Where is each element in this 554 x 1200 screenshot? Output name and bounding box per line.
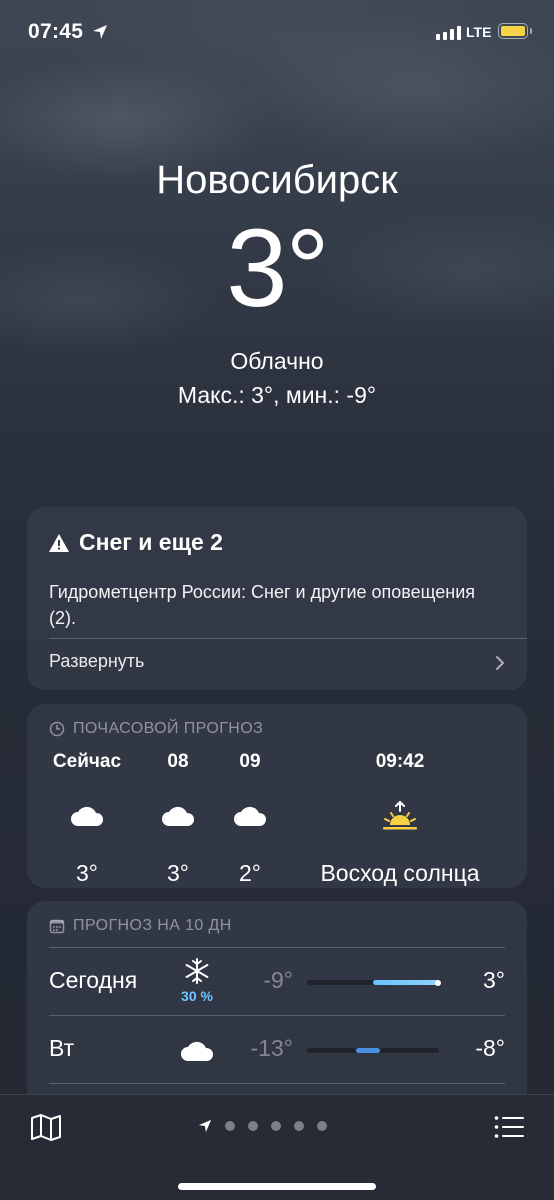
- min-max-temperature: Макс.: 3°, мин.: -9°: [177, 382, 377, 408]
- page-dot[interactable]: [294, 1121, 304, 1131]
- daily-section-label-text: ПРОГНОЗ НА 10 ДН: [73, 917, 232, 934]
- location-arrow-icon: [198, 1119, 212, 1133]
- page-dot[interactable]: [317, 1121, 327, 1131]
- cloud-icon: [162, 806, 195, 826]
- ten-day-forecast-card[interactable]: ПРОГНОЗ НА 10 ДН Сегодня 30 % -9° 3° Вт …: [27, 901, 527, 1111]
- hourly-temp: 3°: [76, 860, 98, 886]
- expand-link[interactable]: Развернуть: [49, 651, 144, 672]
- sunrise-label: Восход солнца: [320, 860, 480, 886]
- low-temp: -9°: [263, 967, 293, 993]
- current-temperature: 3°: [226, 207, 329, 330]
- list-icon[interactable]: [494, 1115, 524, 1139]
- divider: [49, 638, 527, 639]
- location-arrow-icon: [93, 25, 107, 39]
- temp-range-fill: [373, 980, 439, 985]
- chevron-right-icon[interactable]: [495, 655, 505, 671]
- alert-title: Снег и еще 2: [49, 529, 223, 556]
- hourly-item[interactable]: 08 3°: [153, 750, 203, 888]
- hourly-section-label: ПОЧАСОВОЙ ПРОГНОЗ: [49, 720, 263, 738]
- hourly-time: 09: [239, 751, 261, 772]
- divider: [49, 1015, 505, 1016]
- page-indicator[interactable]: [198, 1119, 327, 1133]
- hourly-time: 09:42: [375, 751, 425, 772]
- hourly-item[interactable]: Сейчас 3°: [49, 750, 125, 888]
- battery-icon: [498, 23, 532, 39]
- hourly-item-sunrise[interactable]: 09:42 Восход солнца: [297, 750, 503, 888]
- status-time: 07:45: [28, 20, 84, 43]
- page-dot[interactable]: [248, 1121, 258, 1131]
- daily-row[interactable]: Вт -13° -8°: [49, 1015, 505, 1083]
- day-icon: 30 %: [177, 957, 217, 1004]
- temp-range-bar: [307, 1048, 439, 1053]
- status-bar: 07:45 LTE: [0, 0, 554, 68]
- daily-row[interactable]: Сегодня 30 % -9° 3°: [49, 947, 505, 1015]
- hourly-temp: 2°: [239, 860, 261, 886]
- sunrise-icon: [383, 801, 417, 830]
- weather-condition: Облачно: [230, 348, 324, 374]
- weather-alert-card[interactable]: Снег и еще 2 Гидрометцентр России: Снег …: [27, 507, 527, 690]
- snowflake-icon: [185, 958, 209, 984]
- daily-section-label: ПРОГНОЗ НА 10 ДН: [49, 917, 232, 935]
- cellular-signal-icon: [436, 26, 461, 40]
- hourly-temp: 3°: [167, 860, 189, 886]
- hourly-forecast-card[interactable]: ПОЧАСОВОЙ ПРОГНОЗ Сейчас 3° 08 3° 09 2° …: [27, 704, 527, 888]
- hourly-section-label-text: ПОЧАСОВОЙ ПРОГНОЗ: [73, 720, 264, 737]
- low-temp: -13°: [250, 1035, 293, 1061]
- current-weather-header: Новосибирск 3° Облачно Макс.: 3°, мин.: …: [0, 150, 554, 410]
- divider: [49, 1083, 505, 1084]
- day-icon: [177, 1025, 217, 1068]
- warning-triangle-icon: [49, 533, 69, 552]
- day-name: Сегодня: [49, 967, 138, 993]
- day-name: Вт: [49, 1035, 75, 1061]
- divider: [49, 947, 505, 948]
- high-temp: -8°: [475, 1035, 505, 1061]
- alert-body: Гидрометцентр России: Снег и другие опов…: [49, 582, 476, 628]
- temp-range-bar: [307, 979, 441, 986]
- hourly-time: 08: [167, 751, 189, 772]
- current-temp-dot: [434, 979, 441, 986]
- home-indicator[interactable]: [178, 1183, 376, 1190]
- network-type: LTE: [466, 24, 492, 40]
- hourly-time: Сейчас: [52, 751, 122, 772]
- hourly-item[interactable]: 09 2°: [225, 750, 275, 888]
- page-dot[interactable]: [271, 1121, 281, 1131]
- alert-title-text: Снег и еще 2: [79, 529, 223, 555]
- cloud-icon: [71, 806, 104, 826]
- high-temp: 3°: [483, 967, 505, 993]
- clock-icon: [49, 721, 65, 737]
- calendar-icon: [49, 919, 65, 934]
- cloud-icon: [234, 806, 267, 826]
- precipitation-chance: 30 %: [181, 988, 213, 1004]
- page-dot[interactable]: [225, 1121, 235, 1131]
- map-icon[interactable]: [30, 1113, 62, 1141]
- cloud-icon: [181, 1041, 214, 1061]
- city-name: Новосибирск: [156, 158, 398, 202]
- temp-range-fill: [355, 1048, 380, 1053]
